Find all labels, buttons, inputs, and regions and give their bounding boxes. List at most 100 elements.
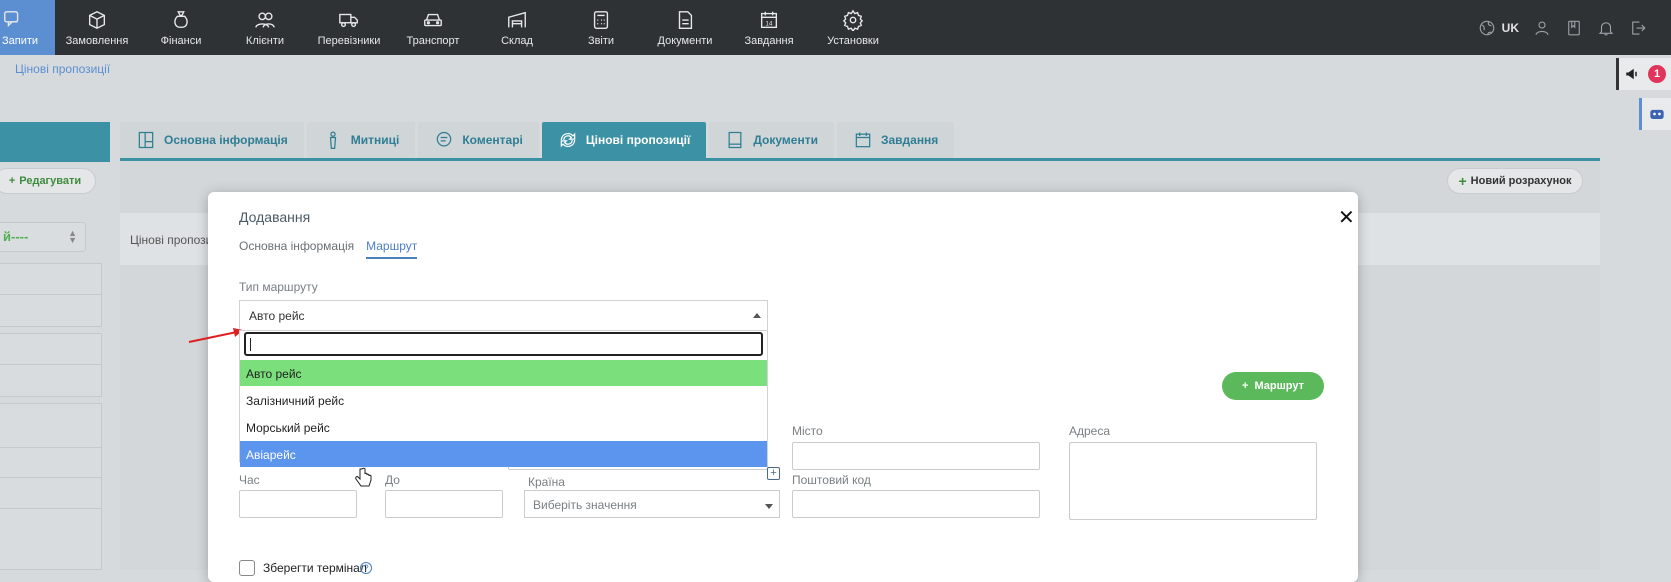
bell-icon[interactable] xyxy=(1597,19,1615,37)
nav-label: Перевізники xyxy=(317,34,381,47)
nav-label: Фінанси xyxy=(160,34,202,47)
add-route-button[interactable]: + Маршрут xyxy=(1222,372,1324,400)
calculator-icon xyxy=(593,10,609,29)
option-rail[interactable]: Залізничний рейс xyxy=(240,387,767,413)
address-textarea[interactable] xyxy=(1069,442,1317,520)
money-bag-icon xyxy=(174,10,188,28)
nav-carriers[interactable]: Перевізники xyxy=(307,0,391,55)
address-label: Адреса xyxy=(1069,424,1111,438)
nav-label: Склад xyxy=(501,34,533,47)
robot-icon xyxy=(1649,109,1664,119)
car-icon xyxy=(424,13,442,26)
left-info-box xyxy=(0,333,102,397)
option-auto[interactable]: Авто рейс xyxy=(240,360,767,386)
tab-main-info[interactable]: Основна інформація xyxy=(120,122,304,158)
chat-question-icon xyxy=(4,10,19,27)
user-icon[interactable] xyxy=(1533,19,1551,37)
layout-icon xyxy=(138,131,154,149)
to-label: До xyxy=(385,473,400,487)
time-input[interactable] xyxy=(239,490,357,518)
tab-price-offers[interactable]: Цінові пропозиції xyxy=(541,122,707,158)
plus-icon: + xyxy=(1458,173,1467,189)
add-country-icon[interactable]: + xyxy=(767,467,780,480)
nav-label: Документи xyxy=(657,34,713,47)
plus-icon: + xyxy=(8,175,16,187)
caret-up-icon xyxy=(753,313,761,318)
nav-warehouse[interactable]: Склад xyxy=(475,0,559,55)
save-terminal-label: Зберегти термінал xyxy=(263,561,367,575)
save-terminal-checkbox[interactable] xyxy=(239,560,255,576)
city-input[interactable] xyxy=(792,442,1040,470)
tab-bar: Основна інформація Митниці Коментарі Цін… xyxy=(120,122,955,160)
tab-documents[interactable]: Документи xyxy=(709,122,834,158)
modal-tab-main-info[interactable]: Основна інформація xyxy=(239,239,354,259)
warehouse-icon xyxy=(508,11,526,27)
nav-label: Установки xyxy=(827,34,879,47)
time-label: Час xyxy=(239,473,260,487)
nav-requests[interactable]: Запити xyxy=(0,0,55,55)
country-select[interactable]: Виберіть значення xyxy=(524,490,780,518)
top-navigation: Запити Замовлення Фінанси Клієнти Переві… xyxy=(0,0,1671,55)
help-icon[interactable]: ? xyxy=(360,562,372,574)
hand-cursor-icon xyxy=(355,467,372,487)
nav-label: Запити xyxy=(2,34,39,47)
book-icon[interactable] xyxy=(1565,19,1583,37)
notification-badge: 1 xyxy=(1648,65,1666,83)
dropdown-search-input[interactable] xyxy=(244,332,763,356)
calendar-icon: 14 xyxy=(760,11,778,28)
nav-label: Клієнти xyxy=(245,34,285,47)
modal-tab-route[interactable]: Маршрут xyxy=(366,239,418,259)
nav-documents[interactable]: Документи xyxy=(643,0,727,55)
nav-reports[interactable]: Звіти xyxy=(559,0,643,55)
new-calculation-button[interactable]: + Новий розрахунок xyxy=(1447,168,1583,194)
megaphone-icon xyxy=(1626,68,1637,80)
nav-orders[interactable]: Замовлення xyxy=(55,0,139,55)
modal-title: Додавання xyxy=(239,209,311,225)
truck-icon xyxy=(339,13,358,27)
to-input[interactable] xyxy=(385,490,503,518)
status-select[interactable]: й---- ▲ ▼ xyxy=(0,222,86,252)
postal-code-label: Поштовий код xyxy=(792,473,871,487)
city-label: Місто xyxy=(792,424,823,438)
option-air[interactable]: Авіарейс xyxy=(240,441,767,467)
tab-customs[interactable]: Митниці xyxy=(306,122,416,158)
nav-label: Звіти xyxy=(587,34,615,47)
tab-tasks[interactable]: Завдання xyxy=(836,122,955,158)
nav-label: Завдання xyxy=(744,34,794,47)
package-icon xyxy=(88,10,106,29)
language-switch[interactable]: UK xyxy=(1478,19,1519,37)
gear-icon xyxy=(842,9,864,31)
announcements-button[interactable]: 1 xyxy=(1616,58,1671,90)
assistant-bot-button[interactable] xyxy=(1639,98,1671,130)
sort-icon: ▲ ▼ xyxy=(68,228,77,245)
nav-clients[interactable]: Клієнти xyxy=(223,0,307,55)
postal-code-input[interactable] xyxy=(792,490,1040,518)
person-icon xyxy=(329,131,336,149)
globe-icon xyxy=(1479,20,1494,35)
nav-label: Замовлення xyxy=(65,34,129,47)
edit-button[interactable]: + Редагувати xyxy=(0,168,96,194)
topbar-right-tools: UK xyxy=(1478,0,1671,55)
plus-icon: + xyxy=(1242,380,1249,392)
logout-icon[interactable] xyxy=(1629,19,1647,37)
country-label: Країна xyxy=(528,475,565,489)
route-type-dropdown: Авто рейс Залізничний рейс Морський рейс… xyxy=(239,330,768,467)
left-info-box xyxy=(0,263,102,327)
route-type-select[interactable]: Авто рейс xyxy=(239,300,768,330)
close-icon[interactable]: ✕ xyxy=(1338,208,1355,228)
modal-tabs: Основна інформація Маршрут xyxy=(239,239,418,259)
users-icon xyxy=(255,11,275,28)
annotation-arrow-icon xyxy=(188,328,243,343)
breadcrumb[interactable]: Цінові пропозиції xyxy=(0,55,1610,85)
option-sea[interactable]: Морський рейс xyxy=(240,414,767,440)
nav-settings[interactable]: Установки xyxy=(811,0,895,55)
chevron-down-icon xyxy=(765,504,773,509)
nav-transport[interactable]: Транспорт xyxy=(391,0,475,55)
document-icon xyxy=(728,131,742,149)
nav-tasks[interactable]: 14 Завдання xyxy=(727,0,811,55)
nav-finance[interactable]: Фінанси xyxy=(139,0,223,55)
comment-icon xyxy=(437,131,452,147)
nav-label: Транспорт xyxy=(406,34,460,47)
tab-comments[interactable]: Коментарі xyxy=(418,122,539,158)
calendar-icon xyxy=(855,132,871,148)
